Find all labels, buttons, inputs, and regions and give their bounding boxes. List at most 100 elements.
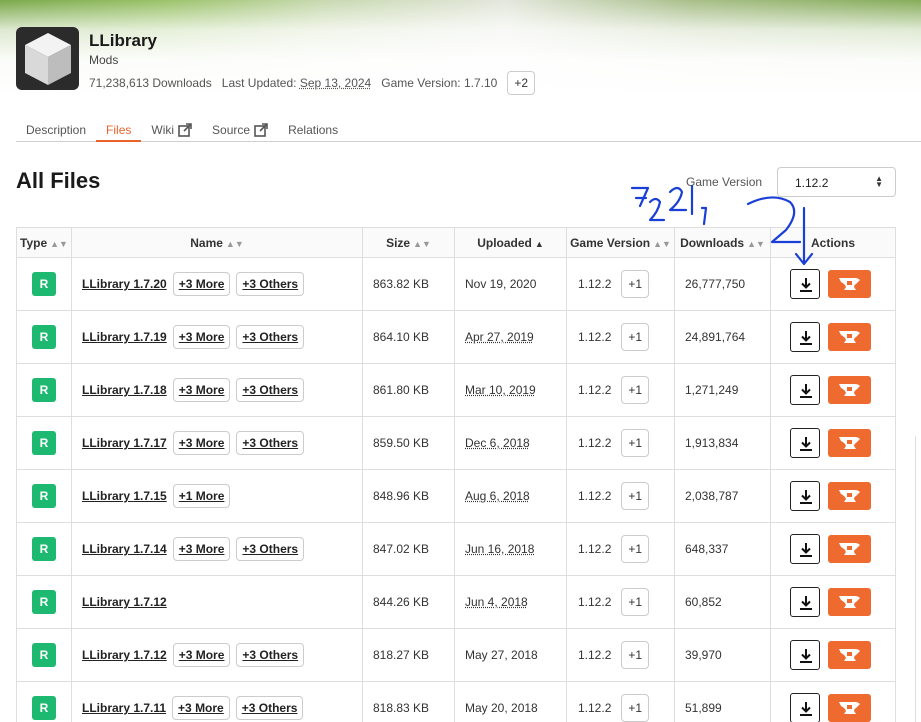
uploaded-date: Nov 19, 2020 [465,277,536,291]
install-button[interactable] [828,376,871,404]
type-cell: R [17,682,72,722]
more-files-button[interactable]: +3 More [172,696,230,720]
more-files-button[interactable]: +3 More [173,378,231,402]
more-files-button[interactable]: +1 More [173,484,231,508]
file-name-link[interactable]: LLibrary 1.7.18 [82,383,167,397]
table-row[interactable]: R LLibrary 1.7.19 +3 More +3 Others 864.10 K… [17,311,896,364]
type-cell: R [17,523,72,576]
install-button[interactable] [828,482,871,510]
tab-wiki[interactable]: Wiki [141,120,202,142]
download-button[interactable] [790,693,820,722]
more-game-versions-button[interactable]: +1 [621,482,649,510]
download-button[interactable] [790,587,820,617]
more-files-button[interactable]: +3 More [173,537,231,561]
mod-category: Mods [89,53,118,67]
install-button[interactable] [828,588,871,616]
file-name-link[interactable]: LLibrary 1.7.12 [82,595,167,609]
actions-cell [771,258,896,311]
table-row[interactable]: R LLibrary 1.7.11 +3 More +3 Others 818.83 K… [17,682,896,722]
uploaded-date: Apr 27, 2019 [465,330,534,344]
size-cell: 863.82 KB [363,258,455,311]
col-header-label: Size [386,236,410,250]
uploaded-cell: Apr 27, 2019 [455,311,567,364]
game-version-value: 1.12.2 [578,383,611,397]
col-header-uploaded[interactable]: Uploaded ▲ [455,228,567,258]
col-header-size[interactable]: Size ▲▼ [363,228,455,258]
table-row[interactable]: R LLibrary 1.7.12 844.26 KB Jun 4, 2018 1.12… [17,576,896,629]
install-button[interactable] [828,429,871,457]
table-row[interactable]: R LLibrary 1.7.15 +1 More 848.96 KB Aug 6, 2… [17,470,896,523]
download-button[interactable] [790,428,820,458]
tab-source[interactable]: Source [202,120,278,142]
file-name-link[interactable]: LLibrary 1.7.17 [82,436,167,450]
actions-cell [771,629,896,682]
other-files-button[interactable]: +3 Others [236,325,304,349]
mod-meta: 71,238,613 Downloads Last Updated: Sep 1… [89,71,535,95]
more-game-versions-button[interactable]: +1 [621,270,649,298]
downloads-cell: 1,271,249 [675,364,771,417]
other-files-button[interactable]: +3 Others [236,431,304,455]
uploaded-cell: May 20, 2018 [455,682,567,722]
download-button[interactable] [790,534,820,564]
more-versions-button[interactable]: +2 [507,71,535,95]
downloads-cell: 39,970 [675,629,771,682]
more-files-button[interactable]: +3 More [173,325,231,349]
file-name-link[interactable]: LLibrary 1.7.14 [82,542,167,556]
more-game-versions-button[interactable]: +1 [621,323,649,351]
other-files-button[interactable]: +3 Others [236,378,304,402]
more-game-versions-button[interactable]: +1 [621,535,649,563]
game-version-value: 1.12.2 [578,701,611,715]
download-button[interactable] [790,375,820,405]
downloads-cell: 26,777,750 [675,258,771,311]
more-game-versions-button[interactable]: +1 [621,694,649,722]
more-game-versions-button[interactable]: +1 [621,641,649,669]
table-row[interactable]: R LLibrary 1.7.12 +3 More +3 Others 818.27 K… [17,629,896,682]
other-files-button[interactable]: +3 Others [236,272,304,296]
download-button[interactable] [790,269,820,299]
downloads-cell: 648,337 [675,523,771,576]
col-header-label: Name [190,236,223,250]
other-files-button[interactable]: +3 Others [236,643,304,667]
more-game-versions-button[interactable]: +1 [621,376,649,404]
table-row[interactable]: R LLibrary 1.7.18 +3 More +3 Others 861.80 K… [17,364,896,417]
file-name-link[interactable]: LLibrary 1.7.19 [82,330,167,344]
file-name-link[interactable]: LLibrary 1.7.11 [82,701,166,715]
uploaded-cell: Aug 6, 2018 [455,470,567,523]
download-icon [797,541,815,559]
col-header-downloads[interactable]: Downloads ▲▼ [675,228,771,258]
name-cell: LLibrary 1.7.15 +1 More [72,470,363,523]
tab-description[interactable]: Description [16,120,96,142]
table-row[interactable]: R LLibrary 1.7.14 +3 More +3 Others 847.02 K… [17,523,896,576]
other-files-button[interactable]: +3 Others [236,537,304,561]
table-row[interactable]: R LLibrary 1.7.17 +3 More +3 Others 859.50 K… [17,417,896,470]
col-header-name[interactable]: Name ▲▼ [72,228,363,258]
more-files-button[interactable]: +3 More [173,272,231,296]
tab-files[interactable]: Files [96,120,141,142]
install-button[interactable] [828,694,871,722]
download-button[interactable] [790,640,820,670]
scroll-edge [915,436,921,722]
install-button[interactable] [828,323,871,351]
more-files-button[interactable]: +3 More [173,431,231,455]
more-game-versions-button[interactable]: +1 [621,588,649,616]
game-version-select[interactable]: 1.12.2 ▲ ▼ [777,167,896,197]
name-cell: LLibrary 1.7.20 +3 More +3 Others [72,258,363,311]
other-files-button[interactable]: +3 Others [236,696,304,720]
install-button[interactable] [828,641,871,669]
download-button[interactable] [790,481,820,511]
uploaded-cell: Mar 10, 2019 [455,364,567,417]
tab-relations[interactable]: Relations [278,120,348,142]
file-name-link[interactable]: LLibrary 1.7.20 [82,277,167,291]
file-name-link[interactable]: LLibrary 1.7.15 [82,489,167,503]
col-header-type[interactable]: Type ▲▼ [17,228,72,258]
actions-cell [771,682,896,722]
file-name-link[interactable]: LLibrary 1.7.12 [82,648,167,662]
more-files-button[interactable]: +3 More [173,643,231,667]
download-button[interactable] [790,322,820,352]
install-button[interactable] [828,270,871,298]
install-button[interactable] [828,535,871,563]
name-cell: LLibrary 1.7.14 +3 More +3 Others [72,523,363,576]
table-row[interactable]: R LLibrary 1.7.20 +3 More +3 Others 863.82 K… [17,258,896,311]
more-game-versions-button[interactable]: +1 [621,429,649,457]
col-header-game-version[interactable]: Game Version ▲▼ [567,228,675,258]
